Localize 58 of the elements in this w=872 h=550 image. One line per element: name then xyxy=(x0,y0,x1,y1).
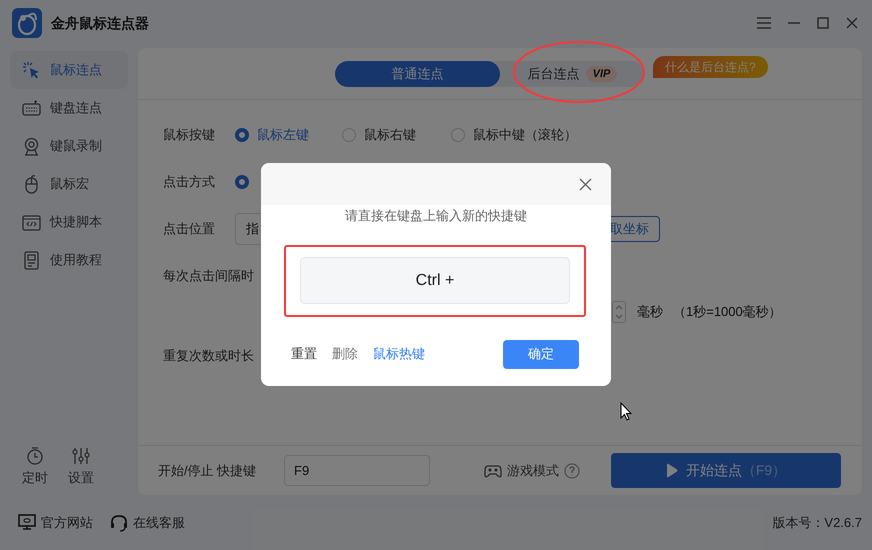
monitor-icon xyxy=(18,514,36,532)
text-button[interactable]: 删除 xyxy=(332,344,358,364)
footer-link[interactable]: 官方网站 xyxy=(18,512,93,532)
version-label: 版本号：V2.6.7 xyxy=(772,514,862,532)
cursor-click-icon xyxy=(22,60,41,80)
sidebar-item[interactable]: 快捷脚本 xyxy=(10,203,128,241)
sidebar-item[interactable]: 鼠标连点 xyxy=(10,51,128,89)
mouse-cursor-icon xyxy=(620,402,632,421)
field-label: 鼠标按键 xyxy=(163,126,216,144)
footer-link[interactable]: 在线客服 xyxy=(110,512,185,532)
field-label: 每次点击间隔时 xyxy=(163,267,254,286)
help-icon xyxy=(564,462,580,478)
field-label: 点击方式 xyxy=(163,173,216,192)
radio-label: 鼠标左键 xyxy=(257,126,309,144)
help-badge[interactable]: 什么是后台连点? xyxy=(653,56,768,78)
close-icon[interactable] xyxy=(846,17,858,29)
confirm-button[interactable]: 确定 xyxy=(503,340,579,368)
code-window-icon xyxy=(22,212,41,232)
link[interactable]: 鼠标热键 xyxy=(373,344,425,364)
hotkey-label: 开始/停止 快捷键 xyxy=(158,462,258,480)
game-mode-label: 游戏模式 xyxy=(507,462,559,480)
radio-button[interactable] xyxy=(235,175,249,189)
start-button[interactable]: 开始连点（F9） xyxy=(611,453,841,488)
sidebar-item[interactable]: 使用教程 xyxy=(10,241,128,279)
mode-tab[interactable]: 普通连点 xyxy=(335,61,500,87)
text-button[interactable]: 重置 xyxy=(291,344,317,364)
close-icon[interactable] xyxy=(579,178,592,190)
dialog-prompt: 请直接在键盘上输入新的快捷键 xyxy=(345,207,527,225)
sidebar-item[interactable]: 键盘连点 xyxy=(10,89,128,127)
mode-tab[interactable]: 后台连点 VIP xyxy=(500,61,645,87)
field-label: 点击位置 xyxy=(163,220,216,238)
play-icon xyxy=(666,463,678,478)
tool-button[interactable]: 定时 xyxy=(22,446,48,487)
hotkey-field[interactable]: F9 xyxy=(284,455,430,486)
sidebar-item[interactable]: 键鼠录制 xyxy=(10,127,128,165)
spinner-arrows-icon[interactable] xyxy=(612,301,626,323)
field-label: 重复次数或时长 xyxy=(163,347,254,366)
radio-button[interactable] xyxy=(235,128,249,142)
keyboard-icon xyxy=(22,98,41,118)
sliders-icon xyxy=(72,446,90,464)
gamepad-icon xyxy=(484,462,502,478)
headset-icon xyxy=(110,514,128,532)
tool-button[interactable]: 设置 xyxy=(68,446,94,487)
document-icon xyxy=(22,250,41,270)
radio-label: 鼠标右键 xyxy=(364,126,416,144)
unit-label: 毫秒 xyxy=(637,303,663,322)
maximize-icon[interactable] xyxy=(817,17,829,29)
window-title: 金舟鼠标连点器 xyxy=(51,14,149,33)
sidebar-item[interactable]: 鼠标宏 xyxy=(10,165,128,203)
webcam-icon xyxy=(22,136,41,156)
radio-label: 鼠标中键（滚轮） xyxy=(473,126,577,144)
hotkey-input[interactable]: Ctrl + xyxy=(300,257,570,304)
minimize-icon[interactable] xyxy=(788,22,800,24)
menu-icon[interactable] xyxy=(757,17,771,29)
vip-badge: VIP xyxy=(586,66,618,82)
timer-icon xyxy=(26,446,44,464)
app-logo-icon xyxy=(12,8,42,38)
unit-note: （1秒=1000毫秒） xyxy=(673,303,782,322)
